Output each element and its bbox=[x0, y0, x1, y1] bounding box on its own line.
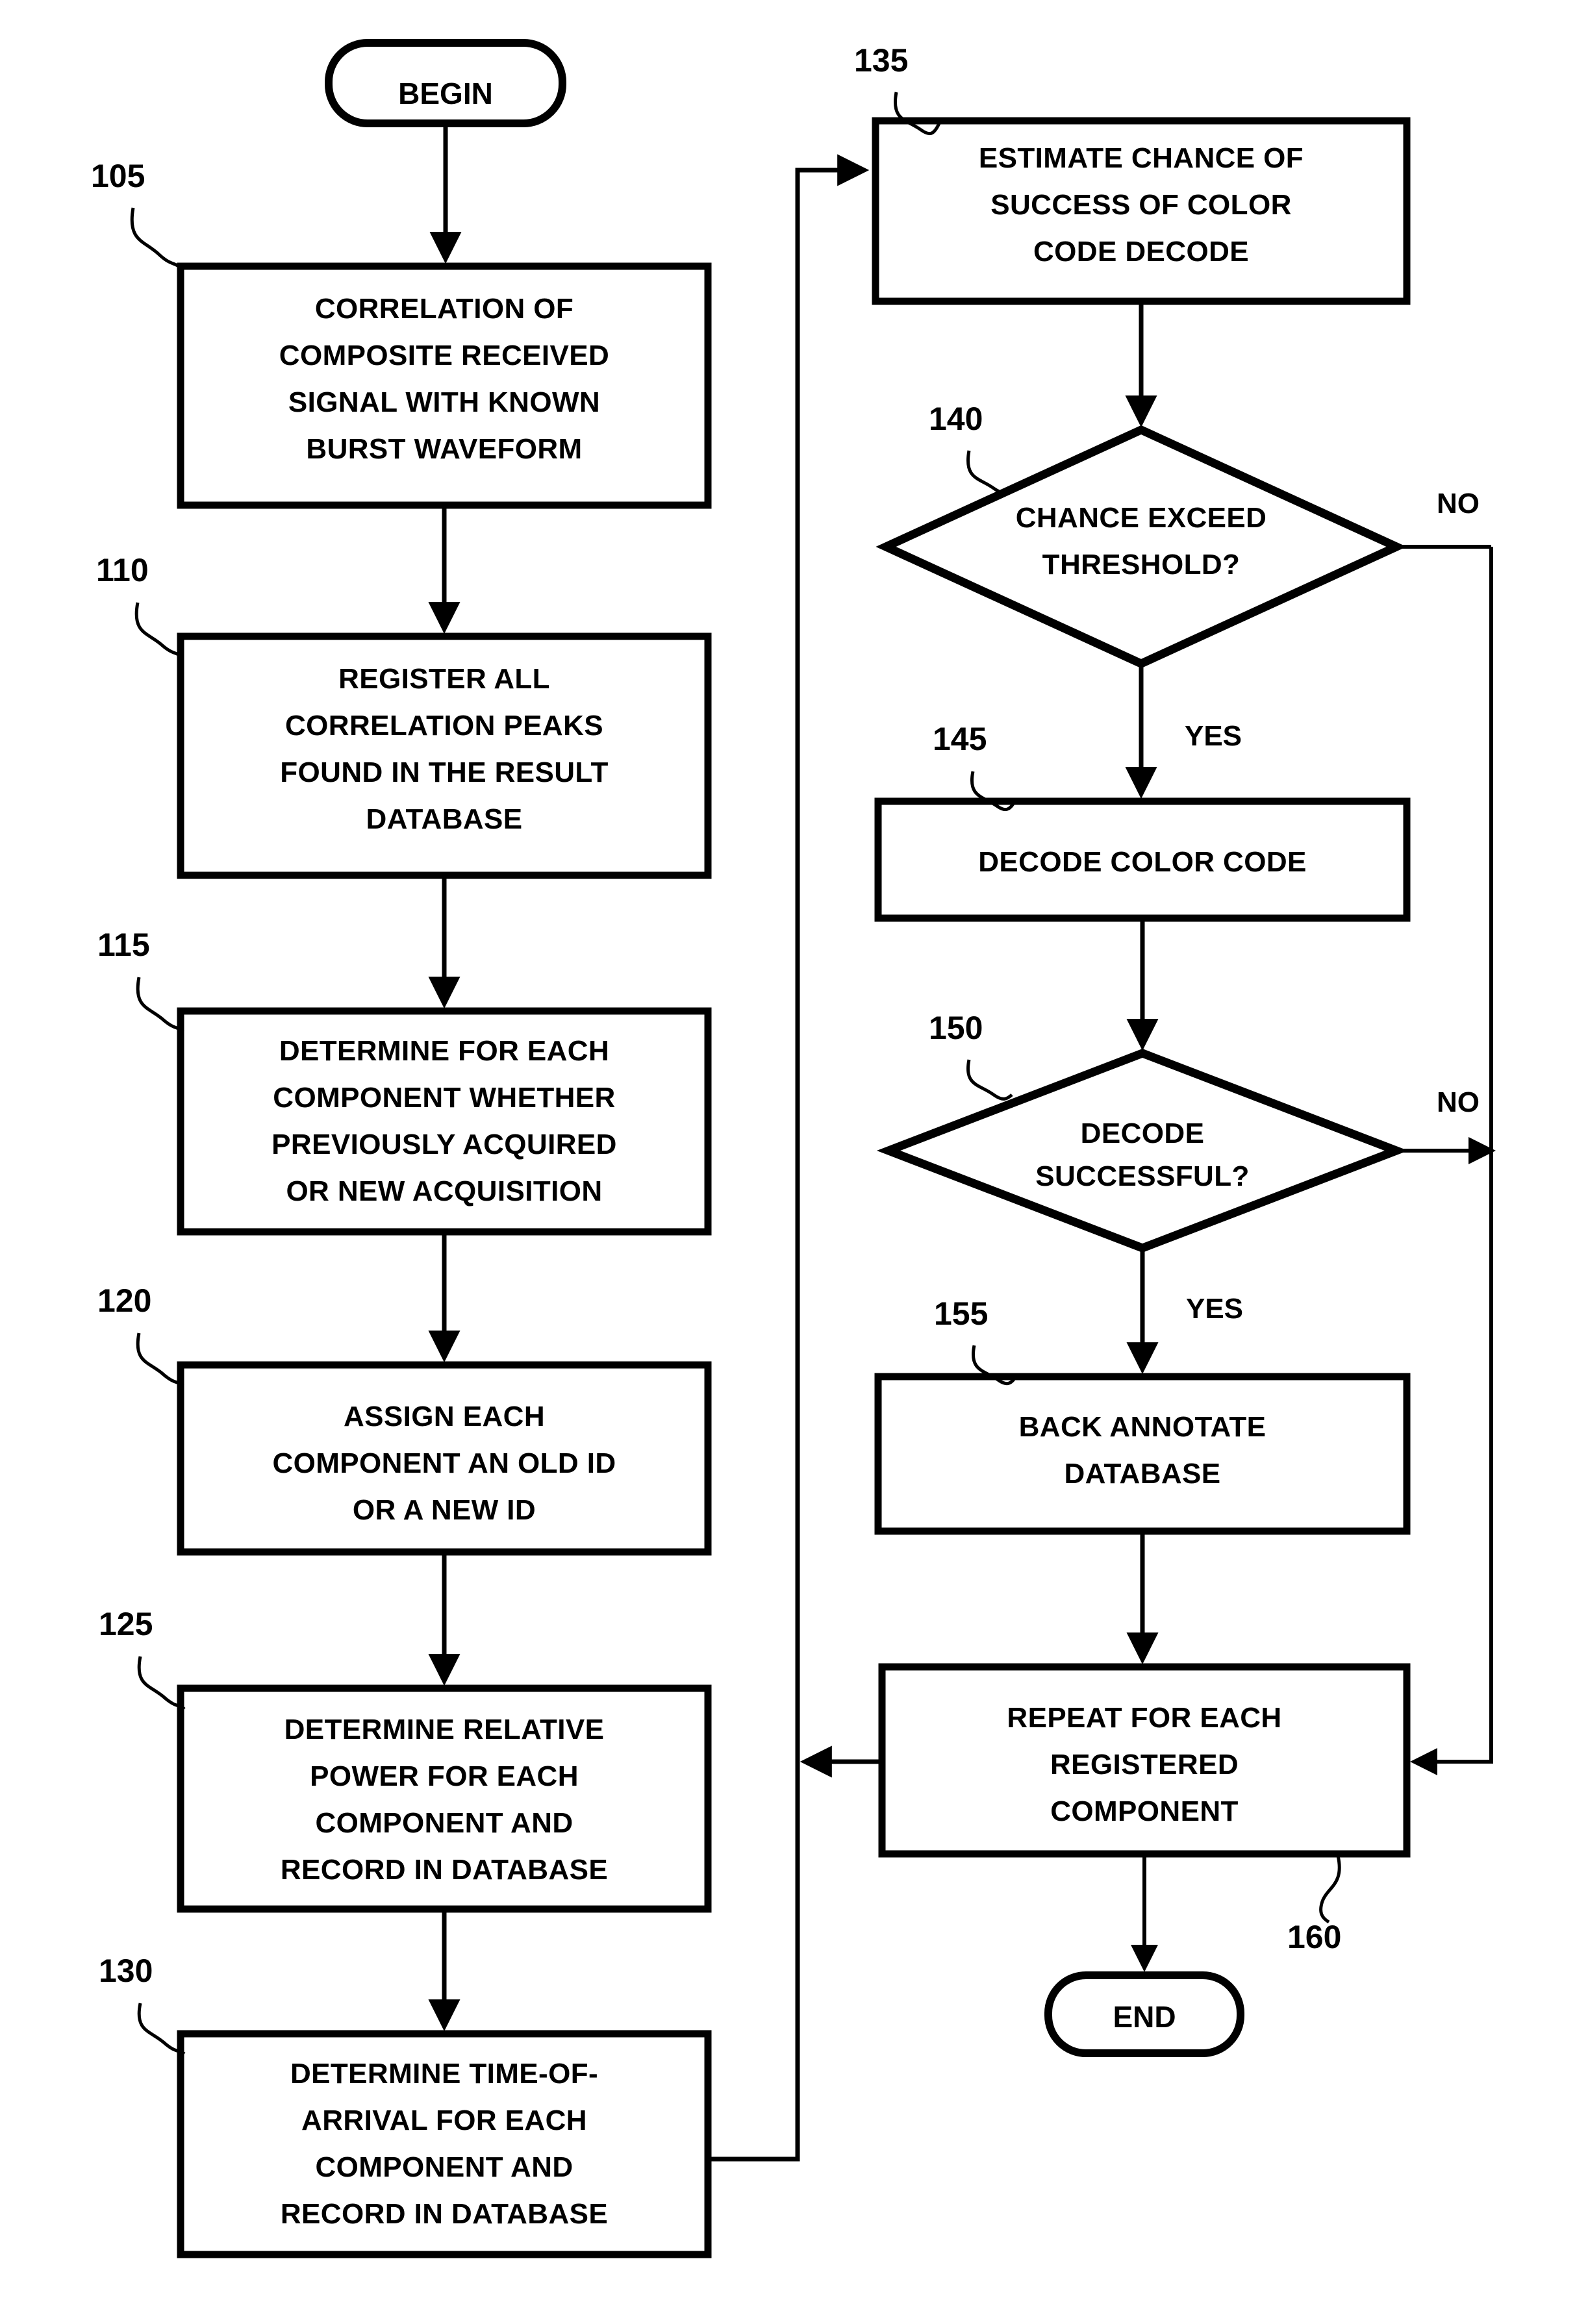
node-110-line-0: REGISTER ALL bbox=[338, 663, 550, 695]
ref-140-number: 140 bbox=[929, 401, 983, 437]
node-115-line-0: DETERMINE FOR EACH bbox=[279, 1035, 609, 1067]
node-begin-label: BEGIN bbox=[398, 77, 493, 110]
node-135-line-0: ESTIMATE CHANCE OF bbox=[979, 142, 1304, 174]
ref-135-number: 135 bbox=[854, 42, 908, 79]
node-125-line-2: COMPONENT AND bbox=[315, 1807, 573, 1839]
node-115: DETERMINE FOR EACH COMPONENT WHETHER PRE… bbox=[177, 1007, 712, 1236]
node-160-line-2: COMPONENT bbox=[1050, 1795, 1239, 1827]
node-120: ASSIGN EACH COMPONENT AN OLD ID OR A NEW… bbox=[177, 1361, 712, 1556]
node-135: ESTIMATE CHANCE OF SUCCESS OF COLOR CODE… bbox=[872, 117, 1411, 305]
node-115-line-2: PREVIOUSLY ACQUIRED bbox=[271, 1129, 617, 1160]
ref-155-number: 155 bbox=[934, 1295, 988, 1332]
node-begin: BEGIN bbox=[325, 39, 566, 127]
ref-105-number: 105 bbox=[91, 158, 145, 194]
node-105-line-1: COMPOSITE RECEIVED bbox=[279, 340, 609, 371]
node-145-line-0: DECODE COLOR CODE bbox=[978, 846, 1307, 878]
node-155-line-1: DATABASE bbox=[1064, 1458, 1220, 1490]
node-105-line-0: CORRELATION OF bbox=[315, 293, 573, 325]
node-130-line-0: DETERMINE TIME-OF- bbox=[290, 2058, 598, 2090]
node-130-line-2: COMPONENT AND bbox=[315, 2151, 573, 2183]
node-105-line-3: BURST WAVEFORM bbox=[306, 433, 582, 465]
node-110-line-1: CORRELATION PEAKS bbox=[285, 710, 603, 742]
node-end: END bbox=[1044, 1971, 1244, 2057]
node-130-line-3: RECORD IN DATABASE bbox=[281, 2198, 608, 2230]
node-125-line-1: POWER FOR EACH bbox=[310, 1760, 579, 1792]
node-135-line-1: SUCCESS OF COLOR bbox=[990, 189, 1292, 221]
node-135-line-2: CODE DECODE bbox=[1033, 236, 1249, 268]
node-145: DECODE COLOR CODE bbox=[874, 797, 1411, 922]
edge-label-140-yes: YES bbox=[1185, 720, 1242, 752]
ref-115-number: 115 bbox=[97, 927, 150, 963]
node-125-line-3: RECORD IN DATABASE bbox=[281, 1854, 608, 1886]
ref-110-number: 110 bbox=[96, 552, 149, 588]
node-150-line-0: DECODE bbox=[1081, 1118, 1205, 1149]
node-110-line-2: FOUND IN THE RESULT bbox=[280, 756, 608, 788]
node-125-line-0: DETERMINE RELATIVE bbox=[284, 1714, 605, 1745]
node-140-line-1: THRESHOLD? bbox=[1042, 549, 1241, 581]
node-160-line-0: REPEAT FOR EACH bbox=[1007, 1702, 1281, 1734]
node-115-line-3: OR NEW ACQUISITION bbox=[286, 1175, 602, 1207]
node-125: DETERMINE RELATIVE POWER FOR EACH COMPON… bbox=[177, 1684, 712, 1913]
node-115-line-1: COMPONENT WHETHER bbox=[273, 1082, 615, 1114]
node-160: REPEAT FOR EACH REGISTERED COMPONENT bbox=[878, 1663, 1411, 1858]
edge-label-150-no: NO bbox=[1437, 1086, 1480, 1118]
ref-130-number: 130 bbox=[99, 1953, 153, 1989]
ref-120-number: 120 bbox=[97, 1282, 151, 1319]
flowchart-canvas: BEGIN CORRELATION OF COMPOSITE RECEIVED … bbox=[0, 0, 1588, 2324]
node-105-line-2: SIGNAL WITH KNOWN bbox=[288, 386, 600, 418]
ref-150-number: 150 bbox=[929, 1010, 983, 1046]
ref-145-number: 145 bbox=[933, 721, 987, 757]
node-110: REGISTER ALL CORRELATION PEAKS FOUND IN … bbox=[177, 632, 712, 879]
flowchart-svg: BEGIN CORRELATION OF COMPOSITE RECEIVED … bbox=[0, 0, 1588, 2324]
node-end-label: END bbox=[1113, 2000, 1176, 2034]
node-150-line-1: SUCCESSFUL? bbox=[1035, 1160, 1250, 1192]
node-140-line-0: CHANCE EXCEED bbox=[1016, 502, 1267, 534]
node-110-line-3: DATABASE bbox=[366, 803, 522, 835]
node-160-line-1: REGISTERED bbox=[1050, 1749, 1239, 1780]
edge-label-150-yes: YES bbox=[1186, 1293, 1243, 1325]
node-120-line-0: ASSIGN EACH bbox=[344, 1401, 545, 1432]
node-130-line-1: ARRIVAL FOR EACH bbox=[301, 2105, 587, 2136]
node-130: DETERMINE TIME-OF- ARRIVAL FOR EACH COMP… bbox=[177, 2030, 712, 2258]
node-105: CORRELATION OF COMPOSITE RECEIVED SIGNAL… bbox=[177, 262, 712, 509]
node-155: BACK ANNOTATE DATABASE bbox=[874, 1373, 1411, 1535]
edge-label-140-no: NO bbox=[1437, 488, 1480, 519]
ref-160-number: 160 bbox=[1287, 1919, 1341, 1955]
node-120-line-1: COMPONENT AN OLD ID bbox=[272, 1447, 616, 1479]
node-120-line-2: OR A NEW ID bbox=[353, 1494, 536, 1526]
ref-125-number: 125 bbox=[99, 1606, 153, 1642]
node-155-line-0: BACK ANNOTATE bbox=[1019, 1411, 1267, 1443]
